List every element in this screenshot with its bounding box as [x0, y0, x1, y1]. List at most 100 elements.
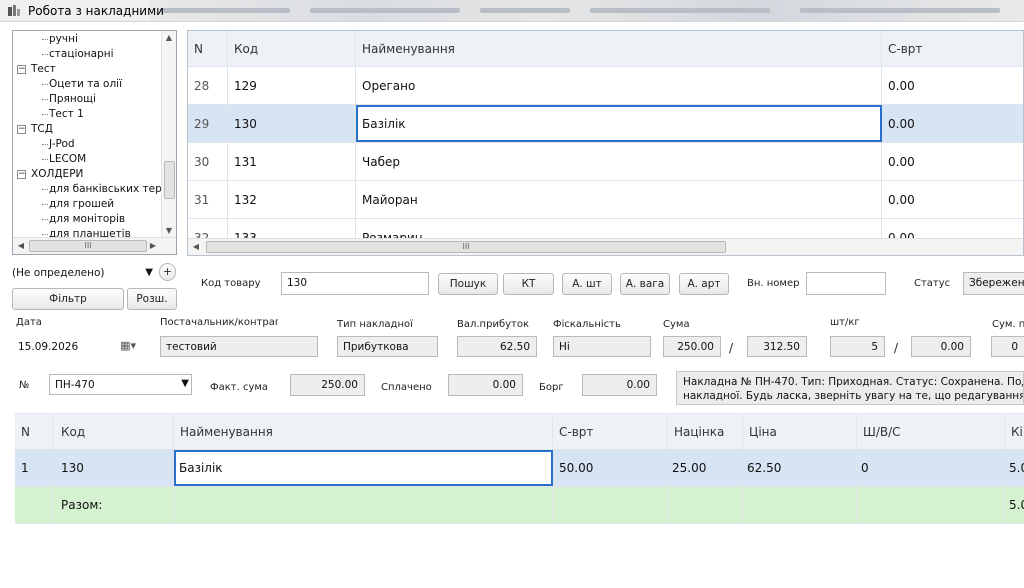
a-art-button[interactable]: А. арт — [679, 273, 729, 295]
supplier-input[interactable]: тестовий — [160, 336, 318, 357]
cell-code[interactable]: 132 — [228, 181, 356, 218]
column-header-markup[interactable]: Націнка — [668, 414, 743, 449]
cell-n[interactable]: 30 — [188, 143, 228, 180]
cell-code[interactable]: 130 — [228, 105, 356, 142]
column-header-wvs[interactable]: Ш/В/С — [857, 414, 1005, 449]
cell-cost[interactable]: 0.00 — [882, 105, 1023, 142]
table-row[interactable]: 1 130 Базілік 50.00 25.00 62.50 0 5.0 — [15, 450, 1024, 487]
scroll-left-icon[interactable]: ◀ — [14, 241, 28, 250]
invoice-number-label: № — [19, 380, 30, 391]
title-bar: Робота з накладними — [0, 0, 1024, 22]
chevron-down-icon[interactable]: ▼ — [145, 267, 153, 278]
kt-button[interactable]: КТ — [503, 273, 554, 295]
tree-vertical-scrollbar[interactable]: ▲ ▼ — [161, 31, 176, 237]
window-title: Робота з накладними — [28, 4, 164, 18]
invoice-items-grid[interactable]: N Код Найменування С-врт Націнка Ціна Ш/… — [15, 413, 1024, 525]
invoice-number-select[interactable]: ПН-470 ▼ — [49, 374, 192, 395]
cell-markup[interactable]: 25.00 — [668, 450, 743, 486]
calendar-icon[interactable]: ▦▾ — [120, 339, 136, 352]
cell-wvs[interactable]: 0 — [857, 450, 1005, 486]
collapse-icon[interactable]: − — [17, 170, 26, 179]
collapse-icon[interactable]: − — [17, 125, 26, 134]
tree-item-label: Оцети та олії — [49, 78, 123, 90]
column-header-code[interactable]: Код — [53, 414, 174, 449]
cell-price[interactable]: 62.50 — [743, 450, 857, 486]
cell-name[interactable]: Чабер — [356, 143, 882, 180]
cell-name[interactable]: Базілік — [174, 450, 553, 486]
internal-number-input[interactable] — [806, 272, 886, 295]
column-header-qty[interactable]: Кі — [1005, 414, 1024, 449]
cell-n[interactable]: 28 — [188, 67, 228, 104]
cell-n[interactable]: 31 — [188, 181, 228, 218]
tree-item-label: Тест — [31, 63, 56, 75]
category-select[interactable]: (Не определено) ▼ — [12, 263, 155, 283]
scroll-up-icon[interactable]: ▲ — [162, 33, 176, 42]
sum-after-input: 0 — [991, 336, 1024, 357]
cell-code[interactable]: 129 — [228, 67, 356, 104]
grid-horizontal-scrollbar[interactable]: ◀ III — [188, 238, 1023, 255]
fiscal-input[interactable]: Ні — [553, 336, 651, 357]
tree-item-label: для банківських термі — [49, 183, 173, 195]
cell-cost[interactable]: 50.00 — [553, 450, 668, 486]
search-button[interactable]: Пошук — [438, 273, 498, 295]
tree-item-label: ручні — [49, 33, 78, 45]
product-code-input[interactable]: 130 — [281, 272, 429, 295]
cell-code[interactable]: 130 — [53, 450, 174, 486]
grid-header: N Код Найменування С-врт — [188, 31, 1023, 67]
table-row[interactable]: 29 130 Базілік 0.00 — [188, 105, 1023, 143]
add-button[interactable]: + — [159, 263, 176, 281]
category-select-value: (Не определено) — [12, 267, 105, 279]
table-row[interactable]: 30 131 Чабер 0.00 — [188, 143, 1023, 181]
column-header-code[interactable]: Код — [228, 31, 356, 66]
column-header-name[interactable]: Найменування — [174, 414, 553, 449]
table-row[interactable]: 28 129 Орегано 0.00 — [188, 67, 1023, 105]
cell-cost[interactable]: 0.00 — [882, 181, 1023, 218]
collapse-icon[interactable]: − — [17, 65, 26, 74]
scroll-right-icon[interactable]: ▶ — [146, 241, 160, 250]
sum-input: 250.00 — [663, 336, 721, 357]
column-header-n[interactable]: N — [188, 31, 228, 66]
expand-button[interactable]: Розш. — [127, 288, 177, 310]
fiscal-label: Фіскальність — [553, 319, 621, 330]
scroll-down-icon[interactable]: ▼ — [162, 226, 176, 235]
cell-code[interactable]: 131 — [228, 143, 356, 180]
total-label: Разом: — [53, 487, 174, 523]
category-tree[interactable]: ручні стаціонарні − Тест Оцети та олії Прянощ… — [12, 30, 177, 255]
filter-button[interactable]: Фільтр — [12, 288, 124, 310]
cell-cost[interactable]: 0.00 — [882, 143, 1023, 180]
cell-cost[interactable]: 0.00 — [882, 67, 1023, 104]
tree-item-label: Тест 1 — [49, 108, 84, 120]
debt-input: 0.00 — [582, 374, 657, 396]
blurred-background — [150, 0, 1024, 21]
a-pcs-button[interactable]: А. шт — [562, 273, 612, 295]
scroll-left-icon[interactable]: ◀ — [189, 242, 203, 251]
cell-name[interactable]: Орегано — [356, 67, 882, 104]
actual-sum-input: 250.00 — [290, 374, 365, 396]
date-picker[interactable]: 15.09.2026 ▦▾ — [16, 336, 140, 358]
column-header-cost[interactable]: С-врт — [882, 31, 1023, 66]
column-header-price[interactable]: Ціна — [743, 414, 857, 449]
scroll-thumb[interactable]: III — [29, 240, 147, 252]
cell-n[interactable]: 29 — [188, 105, 228, 142]
cell-name[interactable]: Майоран — [356, 181, 882, 218]
tree-horizontal-scrollbar[interactable]: ◀ III ▶ — [13, 237, 176, 254]
cell-n[interactable]: 1 — [15, 450, 53, 486]
paid-label: Сплачено — [381, 382, 432, 393]
scroll-thumb[interactable]: III — [206, 241, 726, 253]
products-grid[interactable]: N Код Найменування С-врт 28 129 Орегано 0.0… — [187, 30, 1024, 256]
column-header-n[interactable]: N — [15, 414, 53, 449]
chevron-down-icon[interactable]: ▼ — [181, 378, 189, 389]
tree-item-label: стаціонарні — [49, 48, 114, 60]
app-icon — [8, 5, 20, 16]
scroll-thumb[interactable] — [164, 161, 175, 199]
internal-number-label: Вн. номер — [747, 278, 800, 289]
a-weight-button[interactable]: А. вага — [620, 273, 670, 295]
column-header-name[interactable]: Найменування — [356, 31, 882, 66]
cell-qty[interactable]: 5.0 — [1005, 450, 1024, 486]
note-line-1: Накладна № ПН-470. Тип: Приходная. Стату… — [683, 376, 1024, 388]
column-header-cost[interactable]: С-врт — [553, 414, 668, 449]
actual-sum-label: Факт. сума — [210, 382, 269, 393]
cell-name[interactable]: Базілік — [356, 105, 882, 142]
invoice-type-input[interactable]: Прибуткова — [337, 336, 438, 357]
table-row[interactable]: 31 132 Майоран 0.00 — [188, 181, 1023, 219]
